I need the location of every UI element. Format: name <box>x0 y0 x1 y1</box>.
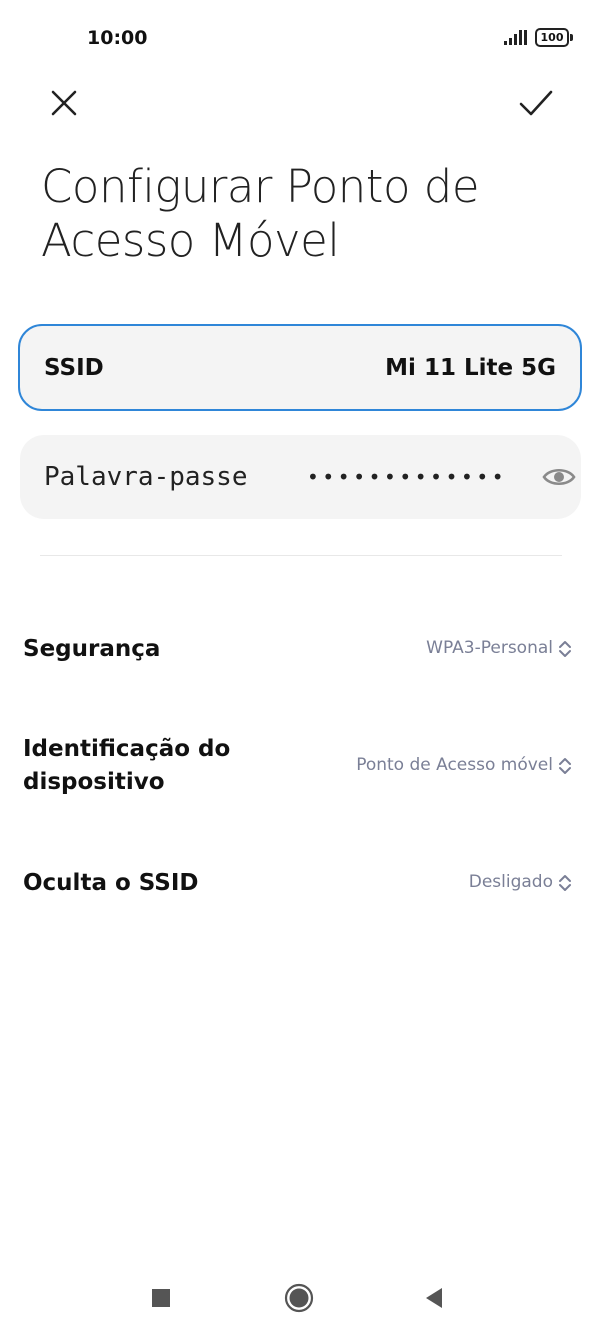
updown-chevron-icon <box>559 758 571 774</box>
home-circle-icon <box>284 1283 314 1313</box>
hide-ssid-label: Oculta o SSID <box>23 870 199 896</box>
device-id-value: Ponto de Acesso móvel <box>356 755 553 775</box>
ssid-field[interactable]: SSID Mi 11 Lite 5G <box>18 324 582 411</box>
signal-icon <box>504 30 527 45</box>
updown-chevron-icon <box>559 641 571 657</box>
setting-row-hide-ssid[interactable]: Oculta o SSID Desligado <box>0 854 601 914</box>
confirm-button[interactable] <box>508 75 564 131</box>
back-button[interactable] <box>412 1276 456 1320</box>
close-button[interactable] <box>36 75 92 131</box>
updown-chevron-icon <box>559 875 571 891</box>
battery-icon: 100 <box>535 28 573 48</box>
ssid-label: SSID <box>44 354 104 381</box>
setting-row-device-id[interactable]: Identificação do dispositivo Ponto de Ac… <box>0 730 601 805</box>
device-id-label: Identificação do dispositivo <box>23 736 231 795</box>
page-title: Configurar Ponto de Acesso Móvel <box>41 160 480 267</box>
navigation-bar <box>0 1260 601 1336</box>
recents-square-icon <box>152 1289 170 1307</box>
status-bar: 10:00 100 <box>0 0 601 78</box>
security-label: Segurança <box>23 636 161 662</box>
close-icon <box>51 90 77 116</box>
password-label: Palavra-passe <box>44 462 248 492</box>
divider <box>40 555 562 556</box>
check-icon <box>519 90 553 116</box>
show-password-button[interactable] <box>539 461 579 493</box>
recents-button[interactable] <box>139 1276 183 1320</box>
eye-icon <box>542 468 576 486</box>
status-time: 10:00 <box>87 27 148 49</box>
ssid-input[interactable]: Mi 11 Lite 5G <box>385 355 556 381</box>
home-button[interactable] <box>277 1276 321 1320</box>
password-field[interactable]: Palavra-passe ••••••••••••• <box>20 435 581 519</box>
setting-row-security[interactable]: Segurança WPA3-Personal <box>0 620 601 680</box>
back-triangle-icon <box>426 1288 442 1308</box>
password-input[interactable]: ••••••••••••• <box>307 465 507 489</box>
hide-ssid-value: Desligado <box>468 872 553 892</box>
security-value: WPA3-Personal <box>426 638 553 658</box>
battery-level: 100 <box>535 28 569 47</box>
